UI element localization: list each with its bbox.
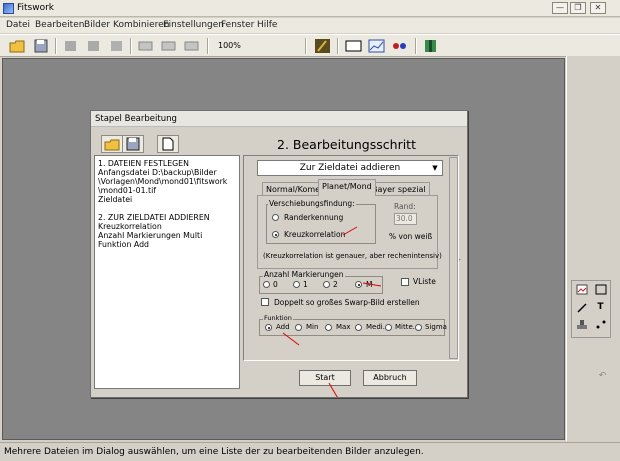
annotation-arrows bbox=[282, 186, 382, 397]
menu-bearbeiten[interactable]: Bearbeiten bbox=[35, 20, 84, 30]
minimize-button[interactable]: — bbox=[552, 2, 568, 14]
menu-hilfe[interactable]: Hilfe bbox=[257, 20, 277, 30]
flip-horizontal-icon[interactable] bbox=[62, 38, 79, 54]
menu-einstellungen[interactable]: Einstellungen bbox=[163, 20, 224, 30]
pen-icon[interactable] bbox=[575, 302, 588, 314]
status-bar: Mehrere Dateien im Dialog auswählen, um … bbox=[0, 442, 620, 461]
rotate-icon[interactable] bbox=[85, 38, 102, 54]
monitor-icon[interactable] bbox=[345, 38, 362, 54]
tab-planet-mond[interactable]: Planet/Mond bbox=[318, 179, 376, 196]
close-button[interactable]: ✕ bbox=[590, 2, 606, 14]
text-icon[interactable]: T bbox=[594, 301, 607, 313]
right-panel bbox=[566, 56, 620, 441]
copy-icon[interactable] bbox=[108, 38, 125, 54]
batch-processing-dialog: Stapel Bearbeitung 2. Bearbeitungsschrit… bbox=[90, 110, 468, 398]
rgb-icon[interactable] bbox=[160, 38, 177, 54]
menu-datei[interactable]: Datei bbox=[6, 20, 30, 30]
menu-bilder-kombinieren[interactable]: Bilder Kombinieren bbox=[84, 20, 169, 30]
app-logo-icon bbox=[3, 3, 14, 14]
status-text: Mehrere Dateien im Dialog auswählen, um … bbox=[4, 447, 424, 457]
points-icon[interactable] bbox=[594, 319, 607, 331]
restore-button[interactable]: ❐ bbox=[570, 2, 586, 14]
menu-bar: Datei Bearbeiten Bilder Kombinieren Eins… bbox=[0, 18, 620, 33]
title-bar: Fitswork — ❐ ✕ bbox=[0, 0, 620, 17]
histogram-icon[interactable] bbox=[314, 38, 331, 54]
stamp-icon[interactable] bbox=[575, 319, 588, 331]
image-icon[interactable] bbox=[575, 284, 588, 296]
mono-icon[interactable] bbox=[137, 38, 154, 54]
book-icon[interactable] bbox=[422, 38, 439, 54]
open-folder-icon[interactable] bbox=[9, 38, 26, 54]
rectangle-icon[interactable] bbox=[594, 284, 607, 296]
split-icon[interactable] bbox=[183, 38, 200, 54]
save-icon[interactable] bbox=[33, 38, 50, 54]
zoom-level: 100% bbox=[218, 41, 241, 50]
menu-fenster[interactable]: Fenster bbox=[221, 20, 254, 30]
app-title: Fitswork bbox=[17, 3, 55, 13]
undo-icon[interactable]: ↶ bbox=[596, 370, 609, 382]
tools-palette: T bbox=[571, 280, 611, 338]
graph-icon[interactable] bbox=[368, 38, 385, 54]
toolbar: 100% bbox=[0, 34, 620, 57]
magic-icon[interactable] bbox=[391, 38, 408, 54]
